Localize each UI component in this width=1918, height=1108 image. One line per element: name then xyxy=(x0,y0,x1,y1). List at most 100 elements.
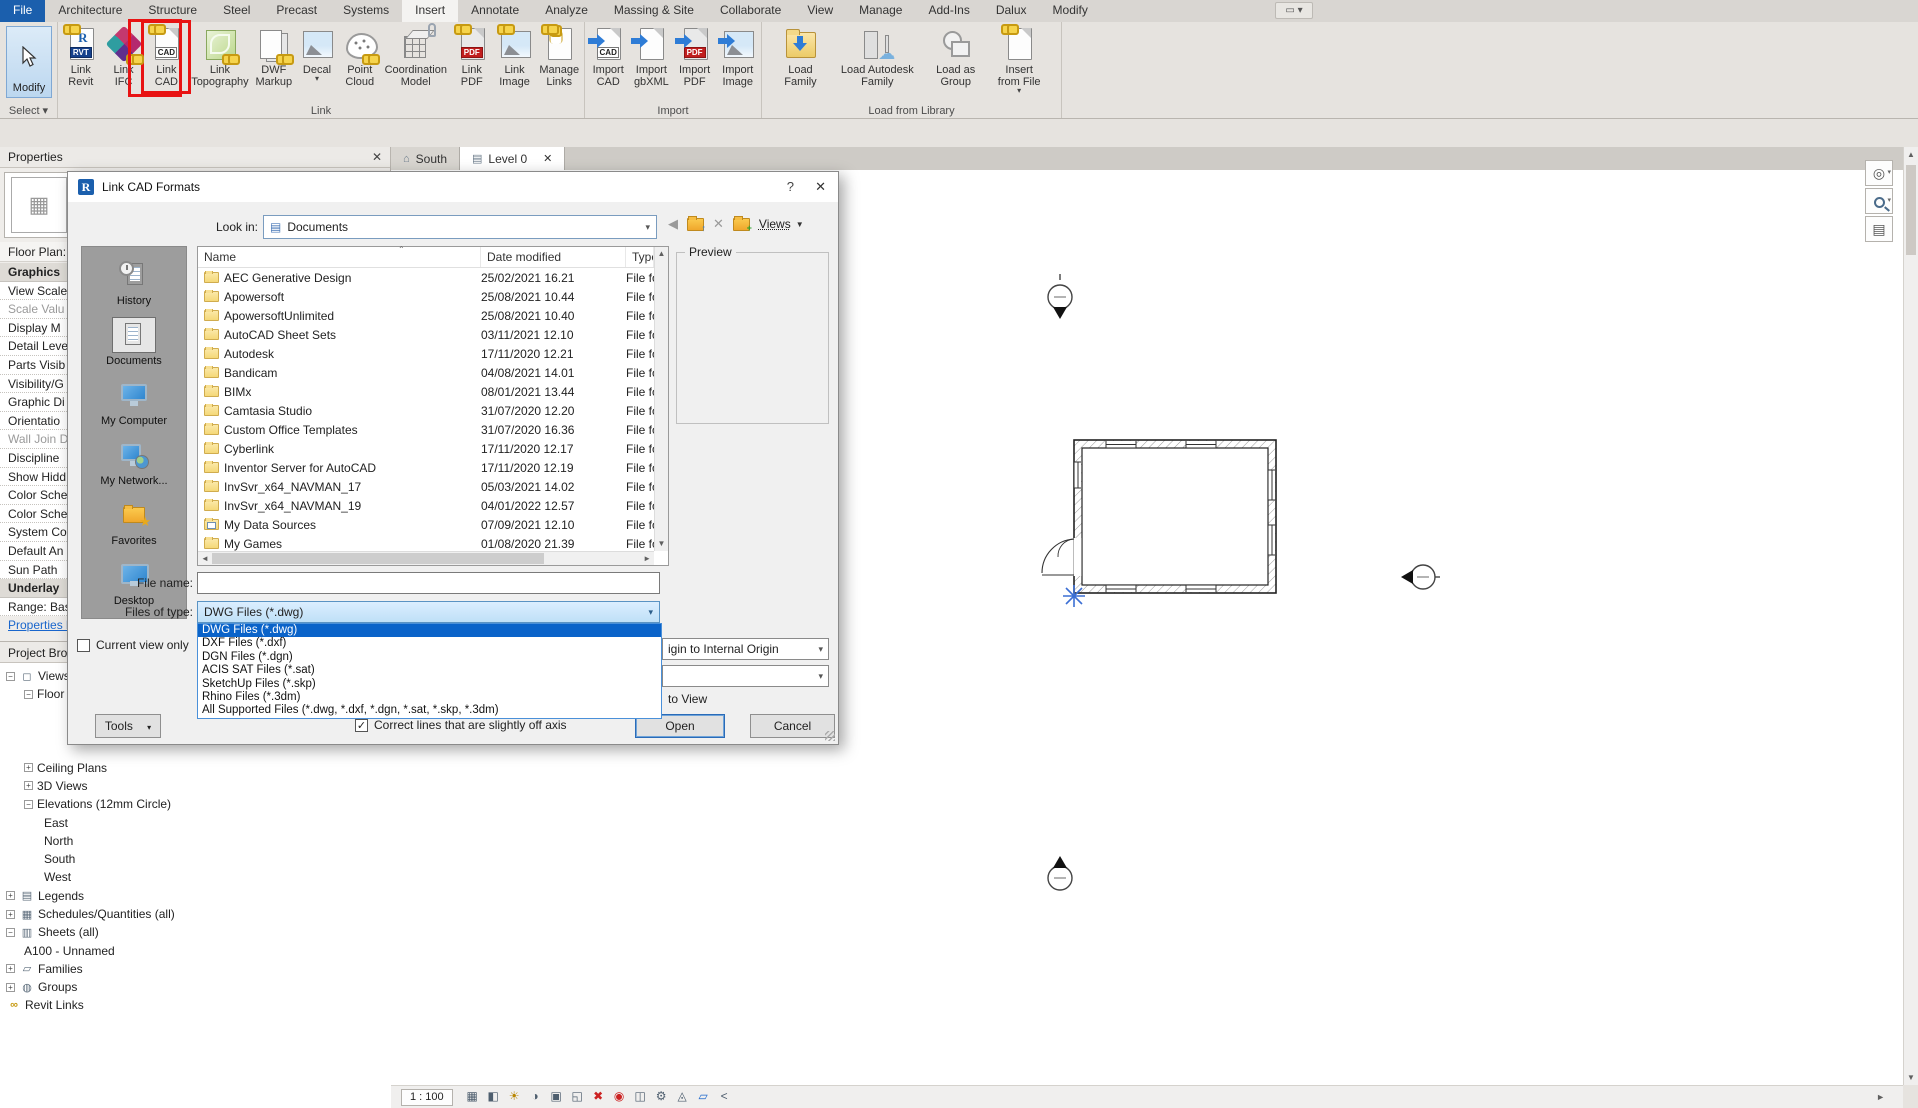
file-row[interactable]: BIMx 08/01/2021 13.44 File fo xyxy=(198,382,668,401)
tree-item[interactable]: + Ceiling Plans xyxy=(0,758,391,776)
constraints-icon[interactable]: ▱ xyxy=(694,1088,713,1106)
temporary-hide-icon[interactable]: ✖ xyxy=(589,1088,608,1106)
file-row[interactable]: Cyberlink 17/11/2020 12.17 File fo xyxy=(198,439,668,458)
file-type-option[interactable]: All Supported Files (*.dwg, *.dxf, *.dgn… xyxy=(198,704,661,717)
place-history[interactable]: History xyxy=(82,257,186,307)
file-row[interactable]: Custom Office Templates 31/07/2020 16.36… xyxy=(198,420,668,439)
delete-icon[interactable]: ✕ xyxy=(713,216,724,232)
file-row[interactable]: Inventor Server for AutoCAD 17/11/2020 1… xyxy=(198,458,668,477)
import-image-button[interactable]: Import Image xyxy=(718,25,758,89)
tab-massing-site[interactable]: Massing & Site xyxy=(601,0,707,22)
tree-item[interactable]: + ▱ Families xyxy=(0,960,391,978)
column-date-modified[interactable]: Date modified xyxy=(481,247,626,267)
file-type-option[interactable]: DWG Files (*.dwg) xyxy=(198,624,661,637)
analytical-model-icon[interactable]: ◬ xyxy=(673,1088,692,1106)
dialog-help-button[interactable]: ? xyxy=(787,179,794,194)
tree-item[interactable]: − ▥ Sheets (all) xyxy=(0,923,391,941)
tree-item[interactable]: + 3D Views xyxy=(0,777,391,795)
tree-expander-icon[interactable]: + xyxy=(24,781,33,790)
tab-dalux[interactable]: Dalux xyxy=(983,0,1040,22)
tree-expander-icon[interactable]: + xyxy=(6,983,15,992)
scroll-right-icon[interactable]: ► xyxy=(643,552,651,566)
tab-collaborate[interactable]: Collaborate xyxy=(707,0,794,22)
temporary-view-icon[interactable]: ◫ xyxy=(631,1088,650,1106)
load-autodesk-family-button[interactable]: Load Autodesk Family xyxy=(839,25,916,89)
tree-item[interactable]: + ▦ Schedules/Quantities (all) xyxy=(0,905,391,923)
tab-structure[interactable]: Structure xyxy=(135,0,210,22)
tree-item[interactable]: South xyxy=(0,850,391,868)
file-row[interactable]: InvSvr_x64_NAVMAN_17 05/03/2021 14.02 Fi… xyxy=(198,477,668,496)
properties-close-icon[interactable]: ✕ xyxy=(372,150,382,164)
views-dropdown[interactable]: Views ▼ xyxy=(759,217,804,231)
file-row[interactable]: AutoCAD Sheet Sets 03/11/2021 12.10 File… xyxy=(198,325,668,344)
tab-modify[interactable]: Modify xyxy=(1040,0,1101,22)
tab-file[interactable]: File xyxy=(0,0,45,22)
link-pdf-button[interactable]: PDF Link PDF xyxy=(452,25,492,89)
tree-expander-icon[interactable]: + xyxy=(6,964,15,973)
point-cloud-button[interactable]: Point Cloud xyxy=(340,25,380,89)
dialog-resize-grip[interactable] xyxy=(825,731,835,741)
tab-view[interactable]: View xyxy=(794,0,846,22)
file-row[interactable]: ApowersoftUnlimited 25/08/2021 10.40 Fil… xyxy=(198,306,668,325)
tab-insert[interactable]: Insert xyxy=(402,0,458,22)
import-pdf-button[interactable]: PDF Import PDF xyxy=(675,25,715,89)
file-row[interactable]: Bandicam 04/08/2021 14.01 File fo xyxy=(198,363,668,382)
detail-level-icon[interactable]: ▦ xyxy=(463,1088,482,1106)
view-cube-button[interactable]: ▤ xyxy=(1865,216,1893,242)
scrollbar-thumb[interactable] xyxy=(212,553,544,564)
scroll-up-icon[interactable]: ▲ xyxy=(1904,147,1918,162)
tab-annotate[interactable]: Annotate xyxy=(458,0,532,22)
tab-analyze[interactable]: Analyze xyxy=(532,0,601,22)
sun-path-icon[interactable]: ☀ xyxy=(505,1088,524,1106)
scroll-left-icon[interactable]: ◄ xyxy=(201,552,209,566)
tree-item[interactable]: ∞ Revit Links xyxy=(0,996,391,1014)
file-type-option[interactable]: ACIS SAT Files (*.sat) xyxy=(198,664,661,677)
file-row[interactable]: My Data Sources 07/09/2021 12.10 File fo xyxy=(198,515,668,534)
column-name[interactable]: Name xyxy=(198,247,481,267)
decal-button[interactable]: Decal ▾ xyxy=(297,25,337,83)
tree-expander-icon[interactable]: − xyxy=(24,690,33,699)
tab-architecture[interactable]: Architecture xyxy=(45,0,135,22)
up-one-level-icon[interactable]: ↑ xyxy=(687,218,704,231)
cancel-button[interactable]: Cancel xyxy=(750,714,835,738)
file-row[interactable]: Camtasia Studio 31/07/2020 12.20 File fo xyxy=(198,401,668,420)
tab-steel[interactable]: Steel xyxy=(210,0,263,22)
tools-button[interactable]: Tools ▾ xyxy=(95,714,161,738)
load-family-button[interactable]: Load Family xyxy=(780,25,820,89)
tree-item[interactable]: − Elevations (12mm Circle) xyxy=(0,795,391,813)
tab-systems[interactable]: Systems xyxy=(330,0,402,22)
tree-item[interactable]: West xyxy=(0,868,391,886)
file-type-option[interactable]: DXF Files (*.dxf) xyxy=(198,637,661,650)
zoom-button[interactable]: ▾ xyxy=(1865,188,1893,214)
current-view-only-checkbox[interactable]: Current view only xyxy=(77,638,189,652)
tab-precast[interactable]: Precast xyxy=(263,0,330,22)
reveal-hidden-icon[interactable]: ◉ xyxy=(610,1088,629,1106)
tab-close-icon[interactable]: ✕ xyxy=(543,152,552,165)
tree-expander-icon[interactable]: + xyxy=(6,910,15,919)
shadows-icon[interactable]: ◑ xyxy=(526,1088,545,1106)
tab-add-ins[interactable]: Add-Ins xyxy=(915,0,982,22)
link-ifc-button[interactable]: Link IFC xyxy=(104,25,144,89)
dialog-title-bar[interactable]: R Link CAD Formats xyxy=(68,172,838,202)
scroll-right-icon[interactable]: ► xyxy=(1876,1092,1885,1102)
tree-item[interactable]: East xyxy=(0,813,391,831)
import-cad-button[interactable]: CAD Import CAD xyxy=(588,25,628,89)
view-tab-level0[interactable]: ▤ Level 0 ✕ xyxy=(460,147,565,170)
coordination-model-button[interactable]: Coordination Model xyxy=(383,25,449,89)
file-row[interactable]: InvSvr_x64_NAVMAN_19 04/01/2022 12.57 Fi… xyxy=(198,496,668,515)
scroll-down-icon[interactable]: ▼ xyxy=(1904,1070,1918,1085)
file-row[interactable]: Apowersoft 25/08/2021 10.44 File fo xyxy=(198,287,668,306)
file-type-option[interactable]: DGN Files (*.dgn) xyxy=(198,651,661,664)
file-row[interactable]: Autodesk 17/11/2020 12.21 File fo xyxy=(198,344,668,363)
select-panel-label[interactable]: Select ▾ xyxy=(0,104,57,117)
file-type-option[interactable]: Rhino Files (*.3dm) xyxy=(198,691,661,704)
column-type[interactable]: Type xyxy=(626,247,654,267)
dwf-markup-button[interactable]: DWF Markup xyxy=(253,25,294,89)
place-documents[interactable]: Documents xyxy=(82,317,186,367)
navigation-wheel-button[interactable]: ◎▾ xyxy=(1865,160,1893,186)
link-image-button[interactable]: Link Image xyxy=(495,25,535,89)
tree-item[interactable]: + ◍ Groups xyxy=(0,978,391,996)
tab-manage[interactable]: Manage xyxy=(846,0,915,22)
crop-view-icon[interactable]: ▣ xyxy=(547,1088,566,1106)
back-icon[interactable]: ◀ xyxy=(668,216,678,232)
